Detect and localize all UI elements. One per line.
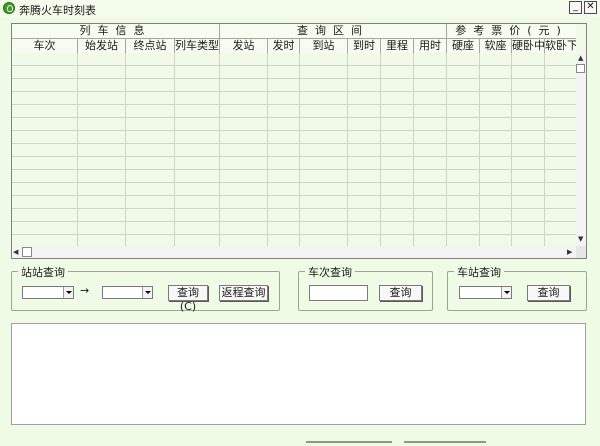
stop-station-select[interactable] <box>459 286 512 299</box>
scroll-down-arrow-icon[interactable]: ▼ <box>578 235 583 243</box>
column-divider <box>380 53 381 246</box>
taskbar-item <box>404 441 486 443</box>
timetable-grid[interactable]: 列车信息 查询区间 参考票价(元) 车次 始发站 终点站 列车类型 发站 发时 … <box>11 23 587 259</box>
vertical-scrollbar[interactable]: ▲ ▼ <box>576 53 586 246</box>
column-divider <box>299 53 300 246</box>
col-header-duration[interactable]: 用时 <box>414 39 447 53</box>
stop-query-label: 车站查询 <box>454 264 504 280</box>
col-header-depart-time[interactable]: 发时 <box>268 39 300 53</box>
stop-query-group: 车站查询 查询 <box>447 264 587 311</box>
train-query-button[interactable]: 查询 <box>379 285 422 301</box>
col-header-hard-sleeper[interactable]: 硬卧中 <box>512 39 545 53</box>
scrollbar-corner <box>576 246 586 258</box>
station-query-button[interactable]: 查询(C) <box>168 285 208 313</box>
scroll-left-arrow-icon[interactable]: ◀ <box>13 248 18 256</box>
stop-query-button[interactable]: 查询 <box>527 285 570 301</box>
group-header-row: 列车信息 查询区间 参考票价(元) <box>12 24 576 38</box>
right-arrow-icon: → <box>80 284 90 297</box>
col-header-hard-seat[interactable]: 硬座 <box>447 39 480 53</box>
to-station-select[interactable] <box>102 286 153 299</box>
column-divider <box>174 53 175 246</box>
station-query-group: 站站查询 → 查询(C) 返程查询 <box>11 264 280 313</box>
horizontal-scroll-thumb[interactable] <box>22 247 32 257</box>
dropdown-arrow-icon[interactable] <box>142 287 152 298</box>
window-title: 奔腾火车时刻表 <box>19 4 96 17</box>
column-divider <box>511 53 512 246</box>
group-header-train-info: 列车信息 <box>12 24 220 38</box>
horizontal-scrollbar[interactable]: ◀ ▶ <box>12 246 576 258</box>
column-divider <box>219 53 220 246</box>
station-query-label: 站站查询 <box>18 264 68 280</box>
col-header-arrive-time[interactable]: 到时 <box>348 39 381 53</box>
train-query-group: 车次查询 查询 <box>298 264 433 311</box>
close-button[interactable]: ✕ <box>584 1 597 14</box>
column-divider <box>267 53 268 246</box>
group-header-fare: 参考票价(元) <box>455 24 568 37</box>
title-bar[interactable]: 奔腾火车时刻表 _ ✕ <box>0 0 600 17</box>
column-divider <box>77 53 78 246</box>
column-divider <box>446 53 447 246</box>
dropdown-arrow-icon[interactable] <box>501 287 511 298</box>
dropdown-arrow-icon[interactable] <box>63 287 73 298</box>
group-header-query-interval: 查询区间 <box>220 24 447 38</box>
app-icon <box>3 2 15 14</box>
col-header-train-no[interactable]: 车次 <box>12 39 78 53</box>
col-header-origin[interactable]: 始发站 <box>78 39 126 53</box>
col-header-terminal[interactable]: 终点站 <box>126 39 175 53</box>
scroll-up-arrow-icon[interactable]: ▲ <box>578 54 583 62</box>
from-station-select[interactable] <box>22 286 74 299</box>
col-header-arrive-station[interactable]: 到站 <box>300 39 348 53</box>
minimize-button[interactable]: _ <box>569 1 582 14</box>
vertical-scroll-thumb[interactable] <box>576 64 585 73</box>
column-divider <box>544 53 545 246</box>
column-divider <box>479 53 480 246</box>
column-divider <box>413 53 414 246</box>
train-number-input[interactable] <box>309 285 368 301</box>
train-query-label: 车次查询 <box>305 264 355 280</box>
scroll-right-arrow-icon[interactable]: ▶ <box>567 248 572 256</box>
col-header-train-type[interactable]: 列车类型 <box>175 39 220 53</box>
col-header-soft-sleeper[interactable]: 软卧下 <box>545 39 576 53</box>
result-text-area[interactable] <box>11 323 586 425</box>
return-query-button[interactable]: 返程查询 <box>219 285 268 301</box>
table-body[interactable] <box>12 53 576 246</box>
taskbar-item <box>306 441 392 443</box>
column-divider <box>347 53 348 246</box>
column-divider <box>125 53 126 246</box>
column-header-row: 车次 始发站 终点站 列车类型 发站 发时 到站 到时 里程 用时 硬座 软座 … <box>12 38 576 53</box>
col-header-distance[interactable]: 里程 <box>381 39 414 53</box>
bottom-edge <box>0 440 600 446</box>
col-header-soft-seat[interactable]: 软座 <box>480 39 512 53</box>
col-header-depart-station[interactable]: 发站 <box>220 39 268 53</box>
